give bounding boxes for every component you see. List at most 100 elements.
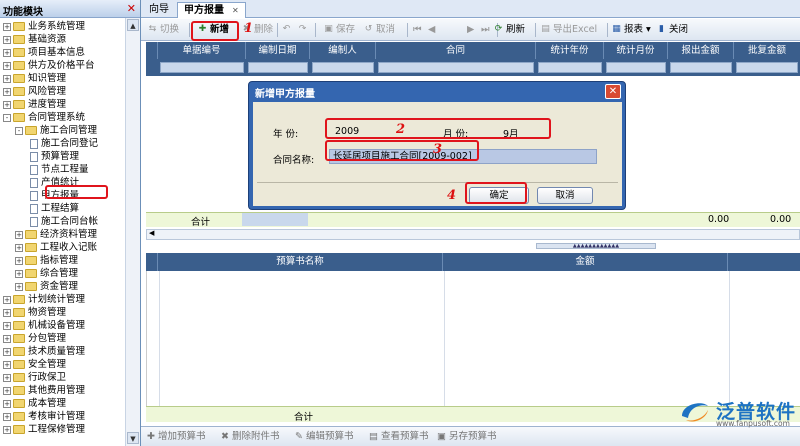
- close-icon[interactable]: ✕: [127, 2, 136, 15]
- collapse-icon[interactable]: -: [15, 126, 23, 135]
- sidebar-item[interactable]: + 资金管理: [15, 280, 78, 293]
- main-grid-hscrollbar[interactable]: ◀: [146, 229, 800, 240]
- sidebar-item[interactable]: 节点工程量: [30, 163, 89, 176]
- tab-guide[interactable]: 向导: [143, 2, 175, 18]
- dialog-close-button[interactable]: ✕: [605, 84, 621, 99]
- column-header[interactable]: 单据编号: [158, 42, 246, 59]
- column-header[interactable]: 编制日期: [246, 42, 310, 59]
- expand-icon[interactable]: +: [15, 256, 23, 265]
- column-header[interactable]: 报出金额: [668, 42, 734, 59]
- tab-party-a-report[interactable]: 甲方报量 ✕: [177, 2, 246, 18]
- undo-button[interactable]: ↶: [281, 22, 294, 38]
- expand-icon[interactable]: +: [15, 230, 23, 239]
- sidebar-item[interactable]: + 工程保修管理: [3, 423, 85, 436]
- sidebar-item[interactable]: - 合同管理系统: [3, 111, 85, 124]
- expand-icon[interactable]: +: [3, 308, 11, 317]
- expand-icon[interactable]: +: [3, 334, 11, 343]
- report-button[interactable]: ▦ 报表 ▾: [611, 22, 651, 38]
- column-header[interactable]: 统计年份: [536, 42, 604, 59]
- expand-icon[interactable]: +: [3, 48, 11, 57]
- expand-icon[interactable]: +: [3, 425, 11, 434]
- panel-splitter[interactable]: ▲▲▲▲▲▲▲▲▲▲▲▲: [536, 243, 656, 249]
- expand-icon[interactable]: +: [3, 35, 11, 44]
- last-record-icon[interactable]: ⏭: [481, 22, 490, 38]
- expand-icon[interactable]: +: [3, 22, 11, 31]
- sidebar-item[interactable]: + 风险管理: [3, 85, 66, 98]
- delete-attachment-button[interactable]: ✖ 删除附件书: [221, 430, 280, 444]
- cancel-button[interactable]: ↺ 取消: [363, 22, 395, 38]
- sidebar-item[interactable]: + 综合管理: [15, 267, 78, 280]
- scroll-up-icon[interactable]: ▲: [127, 19, 139, 31]
- column-header[interactable]: 预算书名称: [158, 253, 443, 271]
- sidebar-item[interactable]: + 其他费用管理: [3, 384, 85, 397]
- tab-close-icon[interactable]: ✕: [232, 6, 239, 15]
- expand-icon[interactable]: +: [3, 386, 11, 395]
- sidebar-item[interactable]: + 技术质量管理: [3, 345, 85, 358]
- sidebar-item[interactable]: + 项目基本信息: [3, 46, 85, 59]
- sidebar-item[interactable]: + 成本管理: [3, 397, 66, 410]
- refresh-button[interactable]: ⟳ 刷新: [493, 22, 525, 38]
- expand-icon[interactable]: +: [15, 282, 23, 291]
- sidebar-item[interactable]: + 行政保卫: [3, 371, 66, 384]
- column-header[interactable]: 批复金额: [734, 42, 800, 59]
- add-budget-button[interactable]: ✚ 增加预算书: [147, 430, 206, 444]
- filter-field[interactable]: [538, 62, 602, 73]
- sidebar-item[interactable]: + 机械设备管理: [3, 319, 85, 332]
- sidebar-item[interactable]: + 业务系统管理: [3, 20, 85, 33]
- filter-field[interactable]: [378, 62, 534, 73]
- sidebar-item[interactable]: + 知识管理: [3, 72, 66, 85]
- cancel-button[interactable]: 取消: [537, 187, 593, 204]
- sidebar-item[interactable]: + 分包管理: [3, 332, 66, 345]
- collapse-icon[interactable]: -: [3, 113, 11, 122]
- sidebar-item[interactable]: + 计划统计管理: [3, 293, 85, 306]
- expand-icon[interactable]: +: [3, 412, 11, 421]
- column-header[interactable]: 合同: [376, 42, 536, 59]
- sidebar-item[interactable]: + 工程收入记账: [15, 241, 97, 254]
- sidebar-item[interactable]: + 基础资源: [3, 33, 66, 46]
- view-budget-button[interactable]: ▤ 查看预算书: [369, 430, 429, 444]
- sidebar-item[interactable]: + 考核审计管理: [3, 410, 85, 423]
- expand-icon[interactable]: +: [3, 100, 11, 109]
- sidebar-scrollbar[interactable]: ▲ ▼: [125, 18, 140, 446]
- save-as-budget-button[interactable]: ▣ 另存预算书: [437, 430, 497, 444]
- expand-icon[interactable]: +: [3, 321, 11, 330]
- scroll-down-icon[interactable]: ▼: [127, 432, 139, 444]
- sidebar-item[interactable]: - 施工合同管理: [15, 124, 97, 137]
- sidebar-item[interactable]: 施工合同台帐: [30, 215, 98, 228]
- sidebar-item[interactable]: 预算管理: [30, 150, 79, 163]
- expand-icon[interactable]: +: [3, 61, 11, 70]
- sidebar-item[interactable]: 施工合同登记: [30, 137, 98, 150]
- filter-field[interactable]: [312, 62, 374, 73]
- sidebar-item[interactable]: + 经济资料管理: [15, 228, 97, 241]
- filter-field[interactable]: [736, 62, 798, 73]
- filter-field[interactable]: [160, 62, 244, 73]
- switch-button[interactable]: ⇆ 切换: [147, 22, 179, 38]
- filter-field[interactable]: [248, 62, 308, 73]
- expand-icon[interactable]: +: [15, 243, 23, 252]
- expand-icon[interactable]: +: [3, 360, 11, 369]
- column-header[interactable]: 编制人: [310, 42, 376, 59]
- filter-field[interactable]: [606, 62, 666, 73]
- save-button[interactable]: ▣ 保存: [323, 22, 355, 38]
- expand-icon[interactable]: +: [3, 399, 11, 408]
- column-header[interactable]: 金额: [443, 253, 728, 271]
- first-record-icon[interactable]: ⏮: [413, 22, 422, 38]
- scroll-left-icon[interactable]: ◀: [149, 229, 154, 237]
- expand-icon[interactable]: +: [15, 269, 23, 278]
- column-header[interactable]: 统计月份: [604, 42, 668, 59]
- filter-field[interactable]: [670, 62, 732, 73]
- sidebar-item[interactable]: + 进度管理: [3, 98, 66, 111]
- sidebar-item[interactable]: 工程结算: [30, 202, 79, 215]
- edit-budget-button[interactable]: ✎ 编辑预算书: [295, 430, 354, 444]
- sidebar-item[interactable]: + 供方及价格平台: [3, 59, 95, 72]
- close-button[interactable]: ▮ 关闭: [656, 22, 688, 38]
- export-excel-button[interactable]: ▤ 导出Excel: [540, 22, 597, 38]
- sidebar-item[interactable]: + 指标管理: [15, 254, 78, 267]
- prev-record-icon[interactable]: ◀: [428, 22, 435, 38]
- sidebar-item[interactable]: + 安全管理: [3, 358, 66, 371]
- expand-icon[interactable]: +: [3, 373, 11, 382]
- expand-icon[interactable]: +: [3, 295, 11, 304]
- sidebar-item[interactable]: + 物资管理: [3, 306, 66, 319]
- expand-icon[interactable]: +: [3, 74, 11, 83]
- redo-button[interactable]: ↷: [297, 22, 310, 38]
